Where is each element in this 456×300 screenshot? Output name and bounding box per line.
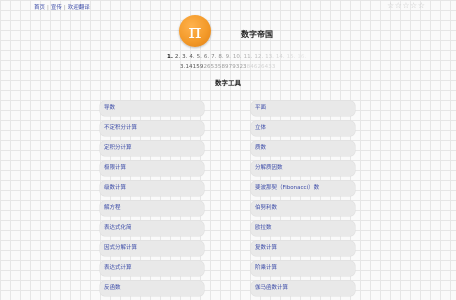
pi-digits: 3.1415926535897932384626433	[180, 64, 275, 70]
page-link[interactable]: 10.	[233, 54, 242, 60]
tool-button[interactable]: 不定积分计算	[100, 121, 204, 136]
tool-button[interactable]: 阶乘计算	[251, 261, 355, 276]
pi-digits-part: 3.14159	[180, 64, 204, 70]
nav-promo-link[interactable]: 宣传	[51, 5, 62, 11]
tool-button[interactable]: 表达式化简	[100, 221, 204, 236]
tool-button[interactable]: 分解质因数	[251, 161, 355, 176]
page-link[interactable]: 5.	[197, 54, 202, 60]
top-navigation: 首页 | 宣传 | 欢迎翻译	[34, 3, 90, 11]
nav-home-link[interactable]: 首页	[34, 5, 45, 11]
tool-button[interactable]: 导数	[100, 101, 204, 116]
pi-digits-part: 265358979323	[203, 64, 247, 70]
tool-button[interactable]: 复数计算	[251, 241, 355, 256]
pi-logo-icon[interactable]: π	[179, 15, 211, 47]
page-link[interactable]: 4.	[189, 54, 194, 60]
page-link[interactable]: 14.	[276, 54, 285, 60]
pi-digits-part: 84626433	[246, 64, 276, 70]
page-link[interactable]: 6.	[204, 54, 209, 60]
pagination: 1. 2. 3. 4. 5. 6. 7. 8. 9. 10. 11. 12. 13. 14. 15. 16.	[167, 54, 308, 60]
tool-button[interactable]: 立体	[251, 121, 355, 136]
nav-separator: |	[63, 5, 66, 11]
tool-button[interactable]: 极限计算	[100, 161, 204, 176]
tool-button[interactable]: 平面	[251, 101, 355, 116]
page-link[interactable]: 1.	[167, 54, 173, 60]
page-link[interactable]: 12.	[254, 54, 263, 60]
tool-button[interactable]: 斐波那契（Fibonacci）数	[251, 181, 355, 196]
page-link[interactable]: 9.	[226, 54, 231, 60]
page-link[interactable]: 7.	[211, 54, 216, 60]
page-link[interactable]: 15.	[287, 54, 296, 60]
nav-translate-link[interactable]: 欢迎翻译	[68, 5, 90, 11]
tool-button[interactable]: 因式分解计算	[100, 241, 204, 256]
page-link[interactable]: 13.	[265, 54, 274, 60]
tool-button[interactable]: 解方程	[100, 201, 204, 216]
page-link[interactable]: 8.	[218, 54, 223, 60]
page-link[interactable]: 16.	[297, 54, 306, 60]
tool-button[interactable]: 表达式计算	[100, 261, 204, 276]
section-title: 数字工具	[215, 79, 241, 87]
tool-button[interactable]: 反函数	[100, 281, 204, 296]
tool-button[interactable]: 定积分计算	[100, 141, 204, 156]
page-link[interactable]: 3.	[182, 54, 187, 60]
tool-button[interactable]: 级数计算	[100, 181, 204, 196]
tool-button[interactable]: 伯努利数	[251, 201, 355, 216]
rating-stars[interactable]: ☆☆☆☆☆	[387, 1, 425, 10]
site-title: 数字帝国	[241, 30, 273, 39]
page-link[interactable]: 2.	[175, 54, 180, 60]
tool-button[interactable]: 质数	[251, 141, 355, 156]
tool-button[interactable]: 欧拉数	[251, 221, 355, 236]
nav-separator: |	[47, 5, 49, 11]
tool-button[interactable]: 伽马函数计算	[251, 281, 355, 296]
page-link[interactable]: 11.	[244, 54, 253, 60]
